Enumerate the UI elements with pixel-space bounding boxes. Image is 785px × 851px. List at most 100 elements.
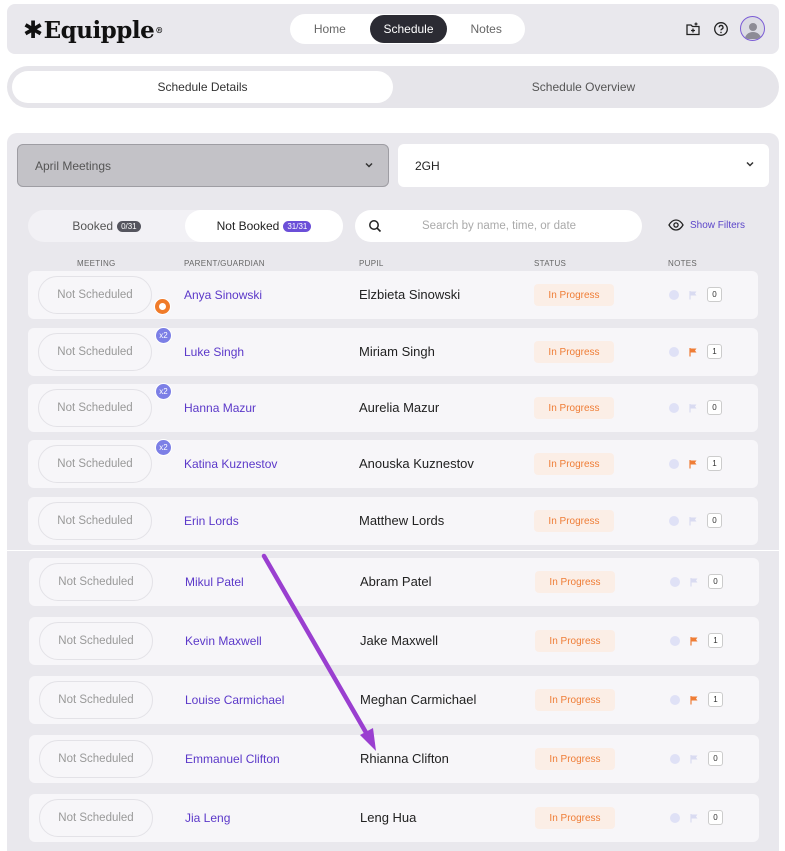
nav-schedule[interactable]: Schedule	[369, 15, 448, 43]
table-row[interactable]: Not Scheduled x2 Hanna Mazur Aurelia Maz…	[28, 383, 758, 432]
pupil-name: Rhianna Clifton	[360, 751, 449, 766]
not-booked-toggle[interactable]: Not Booked 31/31	[185, 210, 343, 242]
table-row[interactable]: Not Scheduled Anya Sinowski Elzbieta Sin…	[28, 271, 758, 319]
meeting-status-pill[interactable]: Not Scheduled	[39, 740, 153, 778]
comment-icon[interactable]	[669, 346, 679, 357]
meeting-status-text: Not Scheduled	[57, 346, 133, 358]
flag-icon[interactable]	[688, 290, 698, 300]
comment-icon[interactable]	[669, 515, 679, 526]
parent-name-link[interactable]: Louise Carmichael	[185, 693, 284, 707]
parent-name-link[interactable]: Hanna Mazur	[184, 401, 256, 415]
comment-icon[interactable]	[670, 812, 680, 823]
user-avatar[interactable]	[740, 16, 765, 41]
parent-name-link[interactable]: Mikul Patel	[185, 575, 244, 589]
notes-cell: 0	[669, 513, 722, 528]
meeting-status-pill[interactable]: Not Scheduled x2	[38, 439, 172, 483]
comment-icon[interactable]	[670, 694, 680, 705]
meeting-select[interactable]: April Meetings	[17, 144, 389, 187]
meeting-status-text: Not Scheduled	[58, 812, 134, 824]
notes-count[interactable]: 1	[707, 456, 722, 471]
table-row[interactable]: Not Scheduled Mikul Patel Abram Patel In…	[29, 558, 759, 606]
booked-toggle[interactable]: Booked 0/31	[28, 210, 185, 242]
booking-toggle: Booked 0/31 Not Booked 31/31	[28, 210, 343, 242]
parent-name-link[interactable]: Emmanuel Clifton	[185, 752, 280, 766]
logo-star-icon: ✱	[23, 16, 43, 44]
help-icon[interactable]	[712, 20, 730, 38]
notes-count[interactable]: 1	[708, 633, 723, 648]
flag-icon[interactable]	[689, 813, 699, 823]
pupil-name: Jake Maxwell	[360, 633, 439, 648]
flag-icon[interactable]	[688, 516, 698, 526]
message-icon[interactable]	[154, 298, 171, 315]
meeting-status-pill[interactable]: Not Scheduled	[39, 799, 153, 837]
meeting-status-text: Not Scheduled	[57, 402, 133, 414]
flag-icon[interactable]	[689, 695, 699, 705]
comment-icon[interactable]	[670, 576, 680, 587]
flag-icon[interactable]	[689, 577, 699, 587]
tab-schedule-details[interactable]: Schedule Details	[12, 71, 393, 103]
parent-name-link[interactable]: Jia Leng	[185, 811, 230, 825]
comment-icon[interactable]	[669, 289, 679, 300]
multiple-children-badge: x2	[155, 383, 172, 400]
parent-name-link[interactable]: Erin Lords	[184, 514, 239, 528]
show-filters-button[interactable]: Show Filters	[668, 219, 745, 231]
meeting-status-pill[interactable]: Not Scheduled x2	[38, 383, 172, 427]
meeting-status-text: Not Scheduled	[58, 694, 134, 706]
group-select[interactable]: 2GH	[398, 144, 769, 187]
table-row[interactable]: Not Scheduled Jia Leng Leng Hua In Progr…	[29, 794, 759, 842]
comment-icon[interactable]	[669, 402, 679, 413]
column-header-pupil: PUPIL	[359, 259, 384, 268]
chevron-down-icon	[365, 162, 373, 168]
table-row[interactable]: Not Scheduled Erin Lords Matthew Lords I…	[28, 497, 758, 545]
equipple-logo[interactable]: ✱ Equipple ®	[23, 16, 163, 44]
comment-icon[interactable]	[669, 458, 679, 469]
notes-count[interactable]: 0	[708, 574, 723, 589]
nav-notes[interactable]: Notes	[447, 15, 525, 43]
parent-name-link[interactable]: Katina Kuznestov	[184, 457, 277, 471]
notes-cell: 0	[670, 751, 723, 766]
meeting-status-pill[interactable]: Not Scheduled	[38, 276, 171, 315]
pupil-name: Abram Patel	[360, 574, 432, 589]
table-row[interactable]: Not Scheduled x2 Luke Singh Miriam Singh…	[28, 327, 758, 376]
table-row[interactable]: Not Scheduled Louise Carmichael Meghan C…	[29, 676, 759, 724]
notes-count[interactable]: 0	[707, 513, 722, 528]
pupil-name: Aurelia Mazur	[359, 400, 440, 415]
table-row[interactable]: Not Scheduled Kevin Maxwell Jake Maxwell…	[29, 617, 759, 665]
pupil-name: Leng Hua	[360, 810, 417, 825]
search-icon	[369, 220, 382, 233]
comment-icon[interactable]	[670, 753, 680, 764]
tab-schedule-overview[interactable]: Schedule Overview	[393, 71, 774, 103]
parent-name-link[interactable]: Anya Sinowski	[184, 288, 262, 302]
flag-icon[interactable]	[688, 403, 698, 413]
notes-count[interactable]: 1	[707, 344, 722, 359]
add-folder-icon[interactable]	[684, 20, 702, 38]
meeting-status-pill[interactable]: Not Scheduled x2	[38, 327, 172, 371]
meeting-status-text: Not Scheduled	[58, 635, 134, 647]
notes-cell: 0	[670, 810, 723, 825]
notes-cell: 1	[670, 633, 723, 648]
flag-icon[interactable]	[688, 459, 698, 469]
status-badge: In Progress	[534, 397, 614, 419]
schedule-tabs: Schedule Details Schedule Overview	[7, 66, 779, 108]
notes-count[interactable]: 0	[707, 287, 722, 302]
meeting-status-pill[interactable]: Not Scheduled	[38, 502, 152, 540]
search-input[interactable]	[422, 220, 622, 232]
meeting-status-pill[interactable]: Not Scheduled	[39, 622, 153, 660]
notes-count[interactable]: 1	[708, 692, 723, 707]
meeting-status-pill[interactable]: Not Scheduled	[39, 563, 153, 601]
flag-icon[interactable]	[689, 636, 699, 646]
flag-icon[interactable]	[689, 754, 699, 764]
parent-name-link[interactable]: Kevin Maxwell	[185, 634, 262, 648]
notes-cell: 1	[670, 692, 723, 707]
meeting-status-pill[interactable]: Not Scheduled	[39, 681, 153, 719]
flag-icon[interactable]	[688, 347, 698, 357]
nav-home[interactable]: Home	[290, 15, 370, 43]
table-row[interactable]: Not Scheduled Emmanuel Clifton Rhianna C…	[29, 735, 759, 783]
notes-count[interactable]: 0	[708, 751, 723, 766]
notes-count[interactable]: 0	[708, 810, 723, 825]
meeting-status-text: Not Scheduled	[58, 576, 134, 588]
parent-name-link[interactable]: Luke Singh	[184, 345, 244, 359]
table-row[interactable]: Not Scheduled x2 Katina Kuznestov Anousk…	[28, 439, 758, 488]
comment-icon[interactable]	[670, 635, 680, 646]
notes-count[interactable]: 0	[707, 400, 722, 415]
